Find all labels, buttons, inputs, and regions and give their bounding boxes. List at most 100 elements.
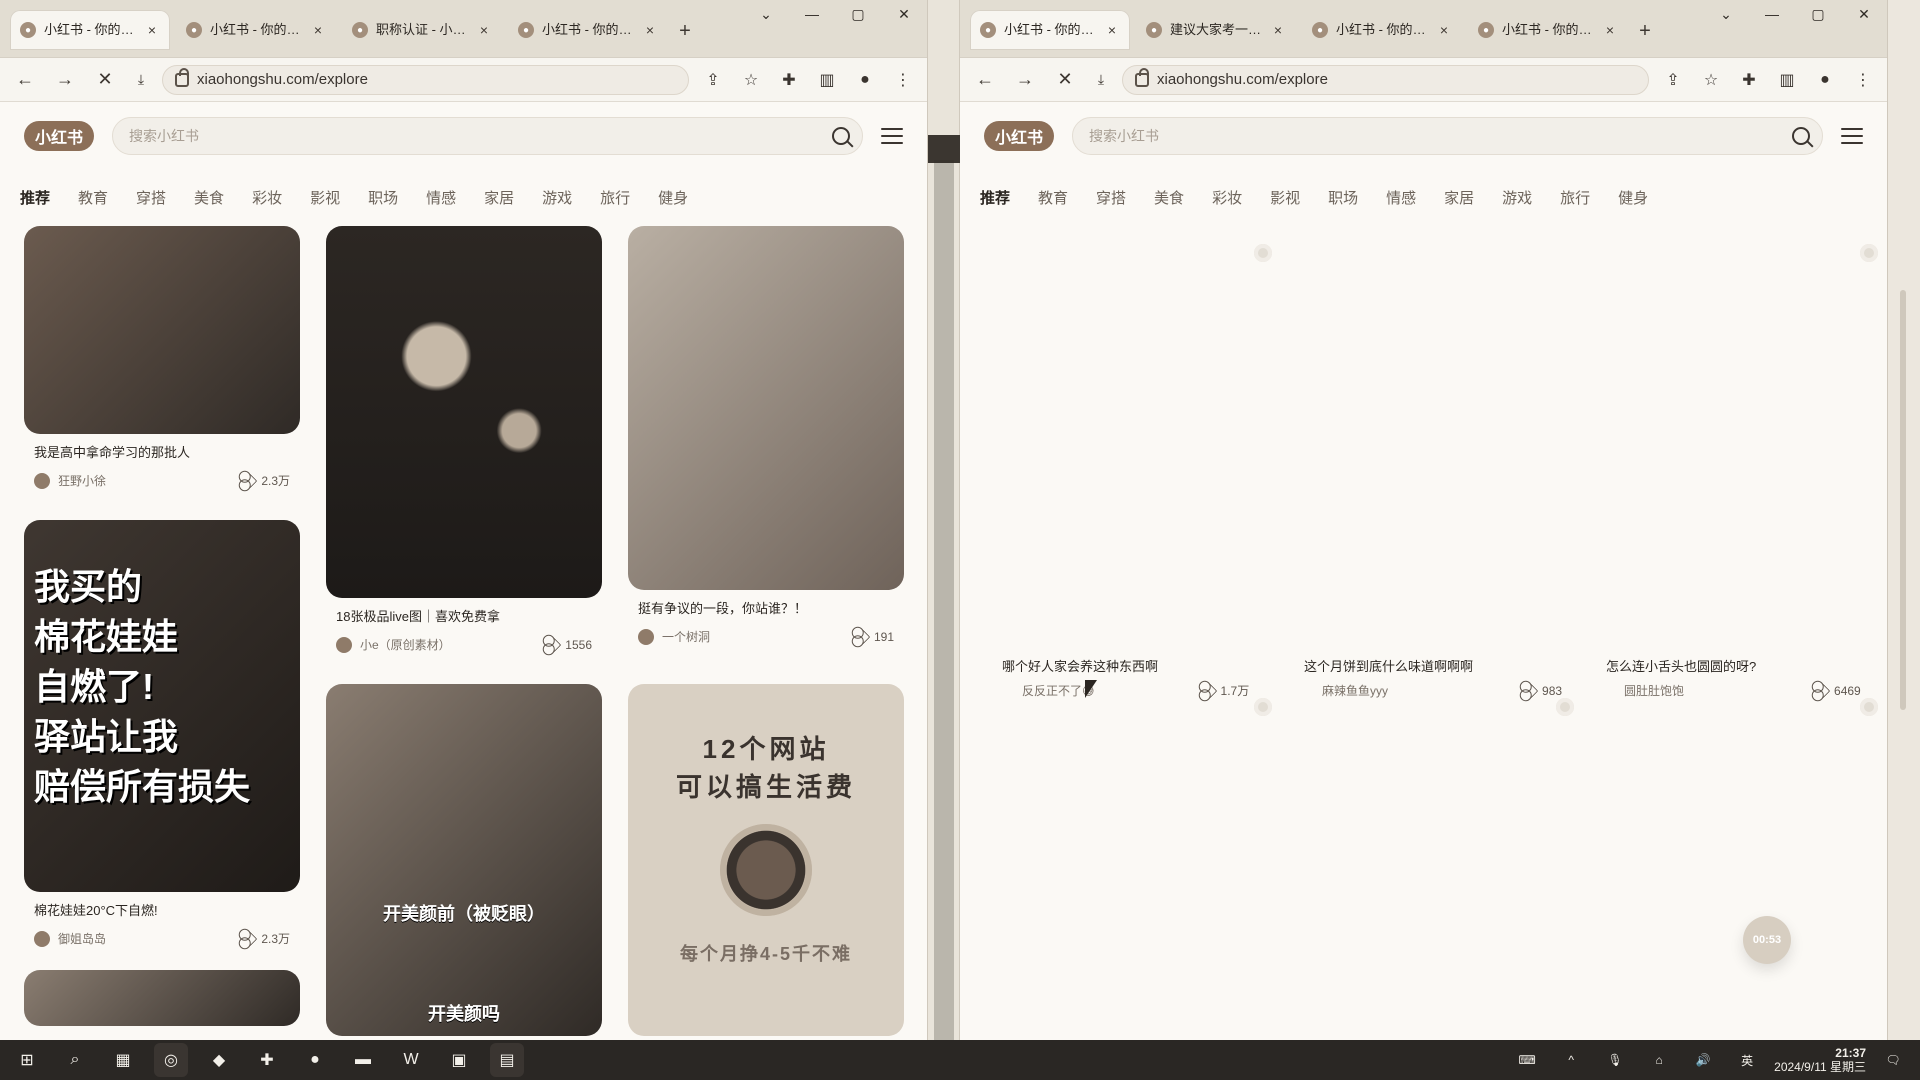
app-icon[interactable]: ● <box>298 1043 332 1077</box>
channel-tab[interactable]: 情感 <box>426 177 456 218</box>
share-icon[interactable]: ⇪ <box>1659 66 1687 94</box>
channel-tab[interactable]: 情感 <box>1386 177 1416 218</box>
tab[interactable]: ● 小红书 - 你的生活 × <box>1468 10 1628 50</box>
mic-icon[interactable]: 🎙 <box>1598 1043 1632 1077</box>
avatar[interactable] <box>638 628 654 645</box>
profile-icon[interactable]: ● <box>1811 66 1839 94</box>
note-card[interactable]: 18张极品live图｜喜欢免费拿 小e（原创素材） 1556 <box>326 226 602 653</box>
channel-tab[interactable]: 健身 <box>1618 177 1648 218</box>
downloads-icon[interactable]: ⤓ <box>1090 65 1112 95</box>
more-icon[interactable]: ⋮ <box>889 66 917 94</box>
note-image[interactable]: 开美颜前（被贬眼） 开美颜吗 <box>326 684 602 1036</box>
back-button[interactable]: ← <box>970 65 1000 95</box>
author-name[interactable]: 御姐岛岛 <box>58 930 235 947</box>
search-icon[interactable] <box>832 127 850 145</box>
channel-tab[interactable]: 穿搭 <box>1096 177 1126 218</box>
task-view-icon[interactable]: ▦ <box>106 1043 140 1077</box>
channel-tab[interactable]: 推荐 <box>980 177 1010 218</box>
tab[interactable]: ● 小红书 - 你的生活 × <box>176 10 336 50</box>
volume-icon[interactable]: 🔊 <box>1686 1043 1720 1077</box>
address-bar[interactable]: xiaohongshu.com/explore <box>162 64 689 95</box>
windows-start-icon[interactable]: ⊞ <box>10 1043 44 1077</box>
avatar[interactable] <box>34 930 50 947</box>
note-card[interactable]: 我是高中拿命学习的那批人 狂野小徐 2.3万 <box>24 226 300 489</box>
like-count[interactable]: 191 <box>853 628 894 645</box>
channel-tab[interactable]: 彩妆 <box>252 177 282 218</box>
new-tab-button[interactable]: + <box>1630 16 1660 46</box>
app-icon[interactable]: ◆ <box>202 1043 236 1077</box>
extensions-icon[interactable]: ✚ <box>1735 66 1763 94</box>
tab[interactable]: ● 小红书 - 你的生活 × <box>10 10 170 50</box>
like-count[interactable]: 2.3万 <box>240 472 290 489</box>
address-bar[interactable]: xiaohongshu.com/explore <box>1122 64 1649 95</box>
stop-button[interactable]: ✕ <box>90 65 120 95</box>
channel-tab[interactable]: 家居 <box>484 177 514 218</box>
more-icon[interactable]: ⋮ <box>1849 66 1877 94</box>
network-icon[interactable]: ⌂ <box>1642 1043 1676 1077</box>
channel-tab[interactable]: 职场 <box>1328 177 1358 218</box>
note-image[interactable] <box>628 226 904 590</box>
tab[interactable]: ● 职称认证 - 小红书 × <box>342 10 502 50</box>
menu-icon[interactable] <box>881 128 903 144</box>
channel-tab[interactable]: 旅行 <box>600 177 630 218</box>
channel-tab[interactable]: 教育 <box>1038 177 1068 218</box>
note-image[interactable]: 我买的 棉花娃娃 自燃了! 驿站让我 赔偿所有损失 <box>24 520 300 892</box>
app-icon[interactable]: ▣ <box>442 1043 476 1077</box>
channel-tab[interactable]: 职场 <box>368 177 398 218</box>
note-image[interactable] <box>24 970 300 1026</box>
close-tab-icon[interactable]: × <box>1270 22 1286 38</box>
forward-button[interactable]: → <box>1010 65 1040 95</box>
search-box[interactable]: 搜索小红书 <box>112 117 863 155</box>
like-count[interactable]: 2.3万 <box>240 930 290 947</box>
note-image[interactable]: 12个网站 可以搞生活费 每个月挣4-5千不难 <box>628 684 904 1036</box>
chevron-down-icon[interactable]: ⌄ <box>1703 0 1749 28</box>
stop-button[interactable]: ✕ <box>1050 65 1080 95</box>
chevron-down-icon[interactable]: ⌄ <box>743 0 789 28</box>
channel-tab[interactable]: 穿搭 <box>136 177 166 218</box>
sidepanel-icon[interactable]: ▥ <box>1773 66 1801 94</box>
channel-tab[interactable]: 美食 <box>194 177 224 218</box>
note-image[interactable] <box>24 226 300 434</box>
like-count[interactable]: 6469 <box>1813 682 1861 699</box>
tab[interactable]: ● 小红书 - 你的生活 × <box>508 10 668 50</box>
channel-tab[interactable]: 美食 <box>1154 177 1184 218</box>
chevron-up-icon[interactable]: ^ <box>1554 1043 1588 1077</box>
note-image[interactable] <box>326 226 602 598</box>
tab[interactable]: ● 小红书 - 你的生活 × <box>970 10 1130 50</box>
author-name[interactable]: 麻辣鱼鱼yyy <box>1322 682 1388 699</box>
keyboard-icon[interactable]: ⌨ <box>1510 1043 1544 1077</box>
channel-tab[interactable]: 教育 <box>78 177 108 218</box>
author-name[interactable]: 反反正不了😅 <box>1022 682 1095 699</box>
file-explorer-icon[interactable]: ▬ <box>346 1043 380 1077</box>
sidepanel-icon[interactable]: ▥ <box>813 66 841 94</box>
maximize-button[interactable]: ▢ <box>835 0 881 28</box>
back-button[interactable]: ← <box>10 65 40 95</box>
channel-tab[interactable]: 影视 <box>1270 177 1300 218</box>
chrome-icon[interactable]: ◎ <box>154 1043 188 1077</box>
channel-tab[interactable]: 游戏 <box>1502 177 1532 218</box>
channel-tab[interactable]: 推荐 <box>20 177 50 218</box>
close-window-button[interactable]: ✕ <box>1841 0 1887 28</box>
author-name[interactable]: 圆肚肚饱饱 <box>1624 682 1684 699</box>
close-tab-icon[interactable]: × <box>1104 22 1120 38</box>
channel-tab[interactable]: 家居 <box>1444 177 1474 218</box>
ime-indicator[interactable]: 英 <box>1730 1043 1764 1077</box>
avatar[interactable] <box>336 636 352 653</box>
new-tab-button[interactable]: + <box>670 16 700 46</box>
extensions-icon[interactable]: ✚ <box>775 66 803 94</box>
app-icon[interactable]: ▤ <box>490 1043 524 1077</box>
search-box[interactable]: 搜索小红书 <box>1072 117 1823 155</box>
channel-tab[interactable]: 影视 <box>310 177 340 218</box>
close-tab-icon[interactable]: × <box>1602 22 1618 38</box>
notifications-icon[interactable]: 🗨 <box>1876 1043 1910 1077</box>
author-name[interactable]: 狂野小徐 <box>58 472 235 489</box>
close-tab-icon[interactable]: × <box>310 22 326 38</box>
site-logo[interactable]: 小红书 <box>984 121 1054 151</box>
like-count[interactable]: 983 <box>1521 682 1562 699</box>
note-card[interactable] <box>24 970 300 1026</box>
minimize-button[interactable]: — <box>1749 0 1795 28</box>
like-count[interactable]: 1.7万 <box>1200 682 1249 699</box>
app-icon[interactable]: W <box>394 1043 428 1077</box>
close-window-button[interactable]: ✕ <box>881 0 927 28</box>
note-card[interactable]: 12个网站 可以搞生活费 每个月挣4-5千不难 <box>628 684 904 1036</box>
